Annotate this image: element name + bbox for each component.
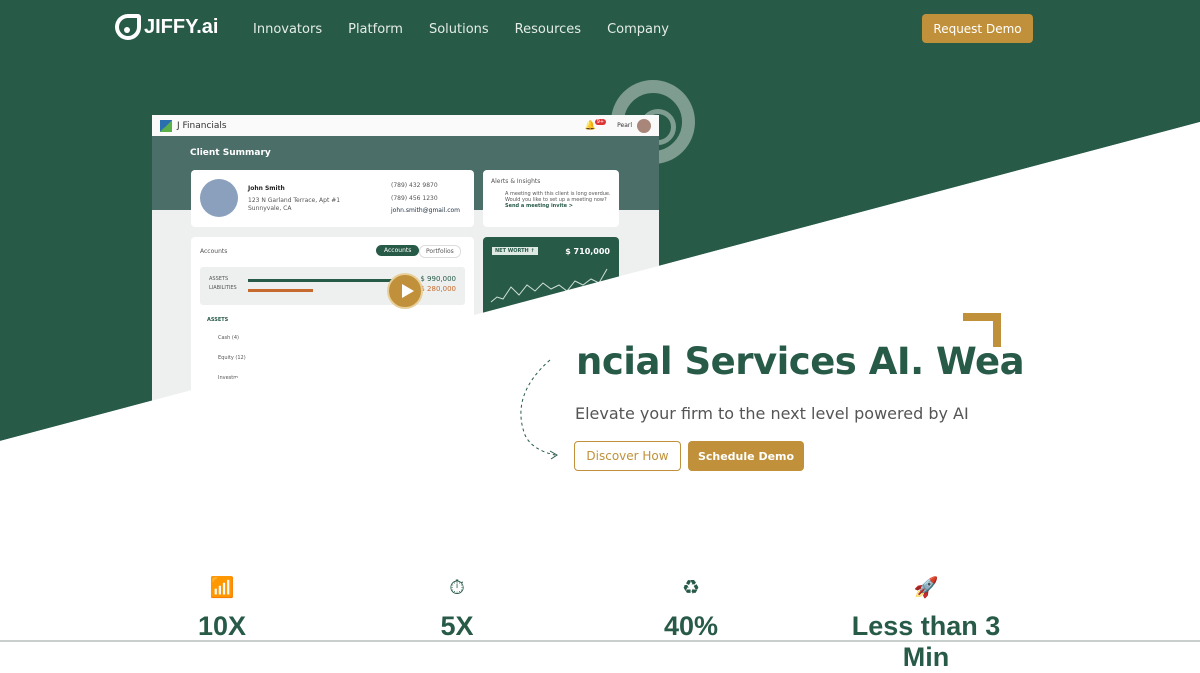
client-email[interactable]: john.smith@gmail.com <box>391 207 460 214</box>
alert-text: A meeting with this client is long overd… <box>505 191 611 203</box>
stat-item: ⏱ 5X <box>357 575 557 642</box>
discover-how-button[interactable]: Discover How <box>574 441 681 471</box>
notification-badge: 9+ <box>594 118 607 125</box>
rocket-icon: 🚀 <box>913 575 939 599</box>
stat-item: 🚀 Less than 3 Min <box>826 575 1026 673</box>
stat-item: 📶 10X <box>122 575 322 642</box>
client-avatar <box>200 179 238 217</box>
client-name: John Smith <box>248 185 285 192</box>
alerts-title: Alerts & Insights <box>491 178 541 185</box>
logo[interactable]: JIFFY.ai <box>115 14 218 40</box>
app-name: J Financials <box>177 120 227 131</box>
liabilities-value: $ 280,000 <box>420 285 456 293</box>
mockup-topbar: J Financials 🔔 9+ Pearl <box>152 115 659 136</box>
growth-chart-icon: 📶 <box>209 575 235 599</box>
client-phone-mobile: (789) 432 9870 <box>391 182 438 189</box>
tab-accounts[interactable]: Accounts <box>376 245 420 256</box>
corner-bracket-decoration <box>963 313 1001 347</box>
account-row[interactable]: Cash (4) <box>218 335 239 341</box>
dollar-cycle-icon: ♻ <box>682 575 700 599</box>
client-card: John Smith 123 N Garland Terrace, Apt #1… <box>191 170 474 227</box>
user-avatar[interactable] <box>637 118 651 133</box>
nav-item-platform[interactable]: Platform <box>348 22 403 37</box>
stopwatch-icon: ⏱ <box>449 575 465 599</box>
assets-section-title: ASSETS <box>207 317 229 323</box>
net-worth-value: $ 710,000 <box>565 247 610 256</box>
stat-value: Less than 3 Min <box>851 611 1001 672</box>
app-logo-icon <box>160 119 172 132</box>
client-address: 123 N Garland Terrace, Apt #1 <box>248 197 341 204</box>
user-name: Pearl <box>617 122 632 129</box>
client-city: Sunnyvale, CA <box>248 205 292 212</box>
assets-label: ASSETS <box>209 276 229 282</box>
liabilities-bar <box>248 289 313 292</box>
dashed-arrow-decoration <box>520 359 558 460</box>
logo-mark-icon <box>115 14 141 40</box>
liabilities-label: LIABILITIES <box>209 285 237 291</box>
nav-item-company[interactable]: Company <box>607 22 669 37</box>
accounts-title: Accounts <box>200 248 228 255</box>
stat-item: ♻ 40% <box>591 575 791 642</box>
stat-value: 10X <box>197 611 247 641</box>
section-title: Client Summary <box>190 148 271 158</box>
schedule-demo-button[interactable]: Schedule Demo <box>688 441 804 471</box>
top-nav: JIFFY.ai Innovators Platform Solutions R… <box>0 0 1200 58</box>
nav-menu: Innovators Platform Solutions Resources … <box>253 22 669 37</box>
stat-value: 5X <box>440 611 474 641</box>
assets-summary: ASSETS LIABILITIES $ 990,000 $ 280,000 <box>200 267 465 305</box>
hero-subtitle: Elevate your firm to the next level powe… <box>575 404 969 423</box>
brand-name: JIFFY.ai <box>144 15 219 38</box>
request-demo-button[interactable]: Request Demo <box>922 14 1033 43</box>
send-invite-link[interactable]: Send a meeting invite > <box>505 203 611 209</box>
play-video-button[interactable] <box>387 273 423 309</box>
nav-item-solutions[interactable]: Solutions <box>429 22 489 37</box>
tab-portfolios[interactable]: Portfolios <box>419 245 461 258</box>
nav-item-resources[interactable]: Resources <box>515 22 581 37</box>
net-worth-badge: NET WORTH ↑ <box>492 247 538 255</box>
assets-value: $ 990,000 <box>420 275 456 283</box>
hero-headline: ncial Services AI. Wea <box>576 340 1025 383</box>
alerts-card: Alerts & Insights A meeting with this cl… <box>483 170 619 227</box>
account-row[interactable]: Equity (12) <box>218 355 246 361</box>
nav-item-innovators[interactable]: Innovators <box>253 22 322 37</box>
stat-value: 40% <box>663 611 719 641</box>
client-phone-office: (789) 456 1230 <box>391 195 438 202</box>
